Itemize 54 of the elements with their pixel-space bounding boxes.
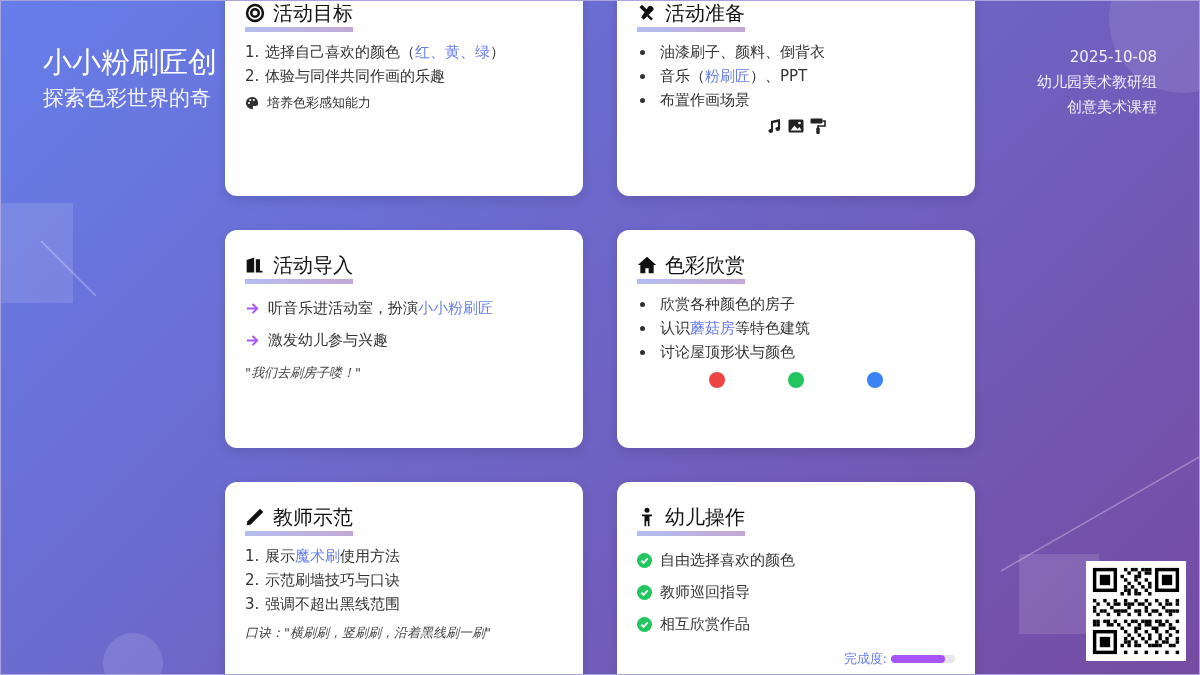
list-item-text: 音乐（粉刷匠）、PPT <box>660 66 808 87</box>
check-circle-icon <box>637 616 652 632</box>
pencil-icon <box>245 507 265 527</box>
check-circle-icon <box>637 584 652 600</box>
card-title: 色彩欣赏 <box>665 252 745 278</box>
list-number: 2. <box>245 570 259 591</box>
course-text: 创意美术课程 <box>1066 97 1157 118</box>
list-number: 1. <box>245 42 259 63</box>
house-icon <box>637 255 657 275</box>
palette-icon <box>245 96 259 110</box>
card-title: 教师示范 <box>273 504 353 530</box>
slide-subtitle: 探索色彩世界的奇 <box>43 85 212 112</box>
list-number: 3. <box>245 594 259 615</box>
list-item-text: 讨论屋顶形状与颜色 <box>660 342 795 363</box>
list-item-text: 相互欣赏作品 <box>660 614 750 635</box>
list-item-text: 认识蘑菇房等特色建筑 <box>660 318 810 339</box>
card-title: 活动导入 <box>273 252 353 278</box>
slide-title: 小小粉刷匠创 <box>43 44 217 81</box>
paint-roller-icon <box>810 118 826 134</box>
list-number: 1. <box>245 546 259 567</box>
list-item-text: 布置作画场景 <box>660 90 750 111</box>
list-item-text: 油漆刷子、颜料、倒背衣 <box>660 42 825 63</box>
bullet-icon <box>640 49 645 55</box>
bullet-icon <box>640 349 645 355</box>
bullet-icon <box>640 301 645 307</box>
quote-text: "我们去刷房子喽！" <box>245 364 362 382</box>
target-icon <box>245 3 265 23</box>
arrow-icon <box>245 332 260 348</box>
bullet-icon <box>640 325 645 331</box>
list-item-text: 展示魔术刷使用方法 <box>265 546 400 567</box>
list-item-text: 听音乐进活动室，扮演小小粉刷匠 <box>268 298 493 319</box>
bullet-icon <box>640 97 645 103</box>
progress-label: 完成度: <box>843 650 887 668</box>
list-item-text: 教师巡回指导 <box>660 582 750 603</box>
list-item-text: 激发幼儿参与兴趣 <box>268 330 388 351</box>
arrow-icon <box>245 300 260 316</box>
card-title: 活动准备 <box>665 1 745 26</box>
music-note-icon <box>766 118 782 134</box>
list-number: 2. <box>245 66 259 87</box>
list-item-text: 强调不超出黑线范围 <box>265 594 400 615</box>
group-text: 幼儿园美术教研组 <box>1037 72 1157 93</box>
list-item-text: 欣赏各种颜色的房子 <box>660 294 795 315</box>
quote-text: 口诀："横刷刷，竖刷刷，沿着黑线刷一刷" <box>245 624 492 642</box>
list-item-text: 示范刷墙技巧与口诀 <box>265 570 400 591</box>
bullet-icon <box>640 73 645 79</box>
check-circle-icon <box>637 552 652 568</box>
card-title: 幼儿操作 <box>665 504 745 530</box>
card-title: 活动目标 <box>273 1 353 26</box>
date-text: 2025-10-08 <box>1068 47 1157 68</box>
note-text: 培养色彩感知能力 <box>267 94 371 112</box>
list-item-text: 体验与同伴共同作画的乐趣 <box>265 66 445 87</box>
list-item-text: 自由选择喜欢的颜色 <box>660 550 795 571</box>
list-item-text: 选择自己喜欢的颜色（红、黄、绿） <box>265 42 505 63</box>
image-icon <box>788 118 804 134</box>
